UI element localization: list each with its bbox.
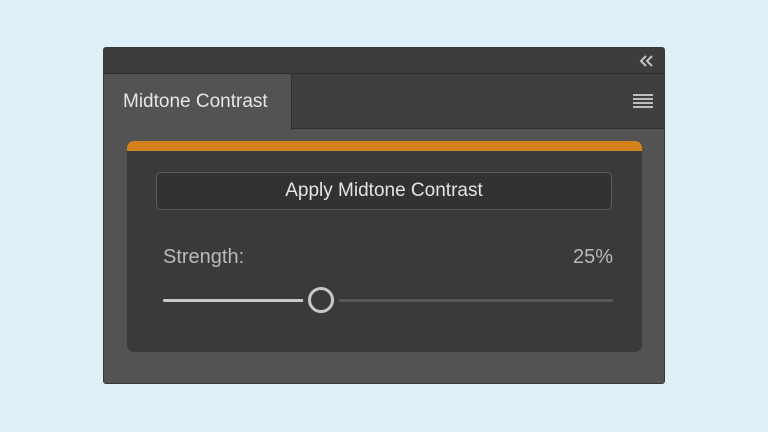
content-card: Apply Midtone Contrast Strength: 25% bbox=[127, 141, 642, 352]
midtone-contrast-panel: Midtone Contrast Apply Midtone Contrast … bbox=[103, 47, 665, 384]
panel-tab-bar: Midtone Contrast bbox=[104, 74, 664, 130]
apply-midtone-contrast-button[interactable]: Apply Midtone Contrast bbox=[156, 172, 612, 210]
collapse-panel-button[interactable] bbox=[638, 53, 654, 69]
slider-fill bbox=[163, 299, 311, 302]
strength-slider[interactable] bbox=[163, 287, 613, 315]
accent-bar bbox=[127, 141, 642, 151]
double-chevron-left-icon bbox=[639, 55, 653, 67]
strength-value: 25% bbox=[572, 246, 613, 268]
slider-thumb[interactable] bbox=[308, 287, 334, 313]
hamburger-menu-icon bbox=[633, 94, 653, 108]
panel-title-bar bbox=[104, 48, 664, 74]
tab-label: Midtone Contrast bbox=[123, 91, 268, 112]
apply-button-label: Apply Midtone Contrast bbox=[285, 180, 483, 201]
strength-label: Strength: bbox=[163, 246, 245, 268]
panel-menu-button[interactable] bbox=[633, 93, 653, 109]
tab-midtone-contrast[interactable]: Midtone Contrast bbox=[104, 74, 292, 130]
